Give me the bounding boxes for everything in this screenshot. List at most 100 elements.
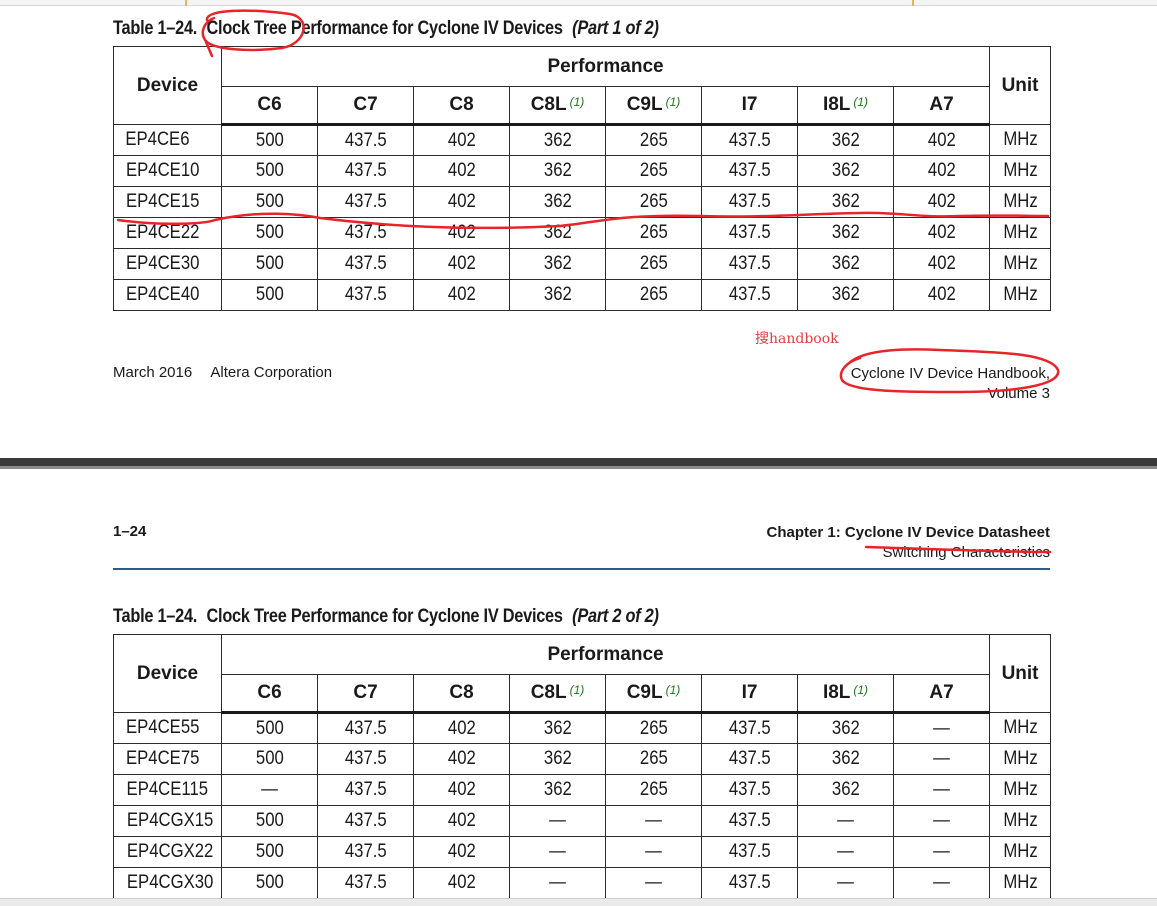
grade-label: C9L: [626, 682, 663, 703]
performance-value: 500: [255, 160, 284, 181]
page-break-shadow: [0, 466, 1157, 469]
performance-cell: 402: [413, 743, 510, 775]
performance-value: 437.5: [344, 222, 387, 243]
device-cell: EP4CGX30: [113, 867, 222, 899]
performance-value: 402: [447, 191, 476, 212]
performance-value: —: [933, 810, 950, 831]
performance-cell: —: [509, 805, 606, 837]
table-row: EP4CE6 500 437.5 402 362 265 437.5 362 402 MHz: [113, 124, 1052, 156]
performance-value: 437.5: [344, 872, 387, 893]
header-rule: [113, 568, 1050, 570]
performance-value: 402: [447, 717, 476, 739]
performance-cell: —: [892, 805, 991, 837]
performance-cell: 265: [605, 124, 702, 156]
performance-value: 500: [255, 284, 284, 305]
performance-value: 265: [639, 779, 668, 800]
performance-cell: 362: [797, 248, 894, 280]
performance-cell: 402: [413, 774, 510, 806]
performance-cell: 437.5: [317, 124, 414, 156]
performance-cell: 437.5: [701, 155, 798, 187]
performance-cell: 437.5: [701, 248, 798, 280]
performance-cell: 500: [221, 836, 318, 868]
page-break: [0, 458, 1157, 466]
table-title: Clock Tree Performance for Cyclone IV De…: [206, 18, 563, 39]
performance-value: 500: [255, 810, 284, 831]
performance-value: 437.5: [344, 253, 387, 274]
performance-value: 402: [447, 810, 476, 831]
table-row: EP4CGX22 500 437.5 402 — — 437.5 — — MHz: [113, 836, 1052, 868]
performance-cell: 362: [509, 124, 606, 156]
performance-cell: 437.5: [317, 774, 414, 806]
performance-cell: —: [797, 805, 894, 837]
performance-value: 362: [831, 160, 860, 181]
unit-value: MHz: [1002, 717, 1038, 738]
performance-cell: 265: [605, 248, 702, 280]
performance-cell: 437.5: [701, 774, 798, 806]
grade-label: I7: [741, 94, 758, 115]
performance-value: —: [645, 841, 662, 862]
performance-value: 402: [447, 748, 476, 769]
device-cell: EP4CE55: [113, 712, 222, 744]
grade-label: C9L: [626, 94, 663, 115]
chapter-title: Chapter 1: Cyclone IV Device Datasheet: [766, 524, 1050, 541]
performance-cell: —: [797, 867, 894, 899]
performance-value: 437.5: [344, 191, 387, 212]
table-part: (Part 1 of 2): [572, 18, 659, 39]
performance-cell: 402: [413, 712, 510, 744]
performance-value: 437.5: [728, 779, 771, 800]
device-cell: EP4CE30: [113, 248, 222, 280]
performance-cell: 437.5: [701, 867, 798, 899]
performance-value: —: [645, 872, 662, 893]
grade-label: A7: [929, 94, 954, 115]
device-cell: EP4CGX22: [113, 836, 222, 868]
table-title: Clock Tree Performance for Cyclone IV De…: [206, 606, 563, 627]
unit-cell: MHz: [989, 124, 1052, 156]
performance-value: 402: [927, 253, 956, 274]
performance-value: —: [549, 872, 566, 893]
performance-cell: 437.5: [317, 279, 414, 311]
unit-value: MHz: [1002, 129, 1038, 150]
grade-header: A7: [892, 674, 991, 714]
section-title: Switching Characteristics: [882, 544, 1050, 561]
footnote-ref: (1): [853, 95, 869, 109]
performance-cell: 265: [605, 217, 702, 249]
device-name: EP4CE15: [126, 191, 200, 212]
footnote-ref: (1): [665, 683, 681, 697]
table-row: EP4CE40 500 437.5 402 362 265 437.5 362 402 MHz: [113, 279, 1052, 311]
performance-value: 500: [255, 717, 284, 739]
performance-cell: —: [605, 836, 702, 868]
performance-value: —: [837, 810, 854, 831]
performance-value: 437.5: [728, 160, 771, 181]
performance-value: 437.5: [728, 717, 771, 739]
performance-cell: 437.5: [317, 836, 414, 868]
performance-table-part2: Device Performance Unit C6 C7 C8 C8L (1) C9L(…: [113, 634, 1052, 899]
grade-label: C8: [449, 682, 474, 703]
performance-value: —: [933, 748, 950, 769]
device-cell: EP4CE22: [113, 217, 222, 249]
unit-value: MHz: [1002, 779, 1038, 800]
grade-header: C8: [413, 674, 510, 714]
performance-value: 362: [543, 748, 572, 769]
performance-cell: 402: [413, 155, 510, 187]
footnote-ref: (1): [569, 683, 585, 697]
performance-cell: 362: [509, 743, 606, 775]
grade-label: C7: [353, 682, 378, 703]
performance-value: 362: [543, 717, 572, 739]
performance-cell: 362: [509, 248, 606, 280]
performance-value: 362: [543, 160, 572, 181]
performance-cell: 402: [892, 279, 991, 311]
unit-cell: MHz: [989, 805, 1052, 837]
performance-cell: —: [892, 743, 991, 775]
performance-value: 402: [447, 129, 476, 151]
performance-value: 362: [831, 748, 860, 769]
viewer-top-strip: [0, 0, 1157, 6]
performance-value: 402: [447, 841, 476, 862]
performance-value: 402: [447, 253, 476, 274]
grade-header: C8: [413, 86, 510, 126]
performance-value: 437.5: [728, 129, 771, 151]
performance-value: 402: [447, 872, 476, 893]
performance-value: 437.5: [344, 284, 387, 305]
performance-value: 437.5: [344, 160, 387, 181]
footer-volume: Volume 3: [987, 385, 1050, 402]
grade-header: C6: [221, 674, 318, 714]
